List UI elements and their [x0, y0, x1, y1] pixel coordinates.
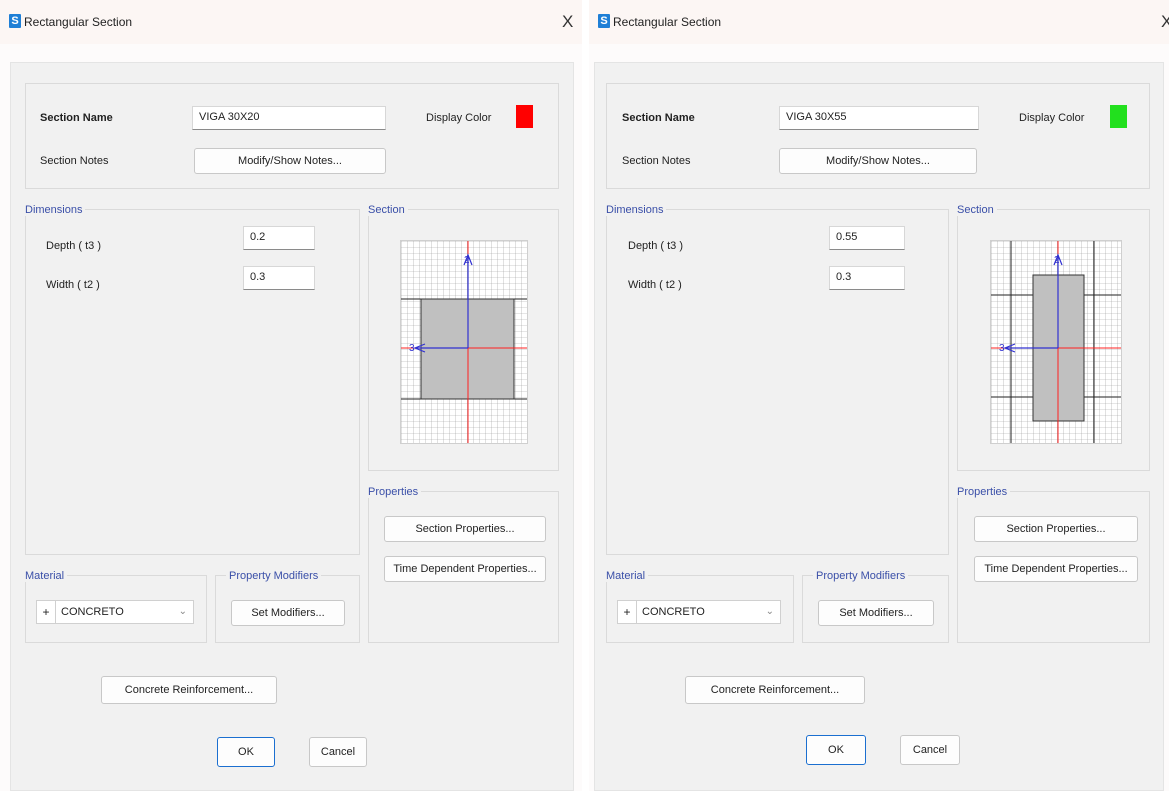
modify-show-notes-button[interactable]: Modify/Show Notes... — [779, 148, 977, 174]
display-color-swatch[interactable] — [516, 105, 533, 128]
title-bar: S Rectangular Section X — [0, 0, 582, 44]
property-modifiers-group: Property Modifiers Set Modifiers... — [215, 570, 360, 643]
properties-title: Properties — [368, 486, 422, 498]
section-name-input[interactable]: VIGA 30X20 — [192, 106, 386, 130]
property-modifiers-title: Property Modifiers — [813, 570, 909, 582]
concrete-reinforcement-button[interactable]: Concrete Reinforcement... — [101, 676, 277, 704]
section-group: Section 2 3 — [957, 204, 1150, 471]
material-group: Material + CONCRETO ⌄ — [25, 570, 207, 643]
rectangular-section-dialog-right: S Rectangular Section X Section Name VIG… — [589, 0, 1169, 791]
section-name-label: Section Name — [622, 112, 695, 124]
section-properties-button[interactable]: Section Properties... — [384, 516, 546, 542]
section-header-group: Section Name VIGA 30X55 Display Color Se… — [606, 83, 1150, 189]
section-properties-button[interactable]: Section Properties... — [974, 516, 1138, 542]
section-title: Section — [368, 204, 408, 216]
dimensions-title: Dimensions — [606, 204, 667, 216]
width-input[interactable]: 0.3 — [243, 266, 315, 290]
time-dependent-properties-button[interactable]: Time Dependent Properties... — [974, 556, 1138, 582]
section-name-label: Section Name — [40, 112, 113, 124]
add-material-button[interactable]: + — [37, 601, 56, 623]
width-input[interactable]: 0.3 — [829, 266, 905, 290]
section-notes-label: Section Notes — [622, 155, 691, 167]
title-bar: S Rectangular Section X — [589, 0, 1169, 44]
section-group: Section 2 3 — [368, 204, 559, 471]
ok-button[interactable]: OK — [217, 737, 275, 767]
axis-2-label: 2 — [464, 255, 470, 266]
section-notes-label: Section Notes — [40, 155, 109, 167]
material-select[interactable]: + CONCRETO ⌄ — [36, 600, 194, 624]
width-label: Width ( t2 ) — [628, 279, 682, 291]
time-dependent-properties-button[interactable]: Time Dependent Properties... — [384, 556, 546, 582]
add-material-button[interactable]: + — [618, 601, 637, 623]
width-label: Width ( t2 ) — [46, 279, 100, 291]
depth-input[interactable]: 0.2 — [243, 226, 315, 250]
modify-show-notes-button[interactable]: Modify/Show Notes... — [194, 148, 386, 174]
set-modifiers-button[interactable]: Set Modifiers... — [231, 600, 345, 626]
set-modifiers-button[interactable]: Set Modifiers... — [818, 600, 934, 626]
chevron-down-icon[interactable]: ⌄ — [179, 606, 187, 617]
rectangular-section-dialog-left: S Rectangular Section X Section Name VIG… — [0, 0, 582, 791]
cancel-button[interactable]: Cancel — [900, 735, 960, 765]
depth-input[interactable]: 0.55 — [829, 226, 905, 250]
material-group: Material + CONCRETO ⌄ — [606, 570, 794, 643]
section-drawing: 2 3 — [401, 241, 527, 443]
sap-app-icon: S — [9, 14, 21, 28]
display-color-swatch[interactable] — [1110, 105, 1127, 128]
section-header-group: Section Name VIGA 30X20 Display Color Se… — [25, 83, 559, 189]
sap-app-icon: S — [598, 14, 610, 28]
dimensions-group: Dimensions Depth ( t3 ) 0.2 Width ( t2 )… — [25, 204, 360, 555]
axis-2-label: 2 — [1054, 255, 1060, 266]
ok-button[interactable]: OK — [806, 735, 866, 765]
display-color-label: Display Color — [426, 112, 492, 124]
dimensions-title: Dimensions — [25, 204, 86, 216]
dialog-body: Section Name VIGA 30X20 Display Color Se… — [10, 62, 574, 791]
concrete-reinforcement-button[interactable]: Concrete Reinforcement... — [685, 676, 865, 704]
material-value: CONCRETO — [642, 606, 705, 618]
dialog-body: Section Name VIGA 30X55 Display Color Se… — [594, 62, 1164, 791]
property-modifiers-title: Property Modifiers — [226, 570, 322, 582]
material-value: CONCRETO — [61, 606, 124, 618]
depth-label: Depth ( t3 ) — [628, 240, 684, 252]
section-preview: 2 3 — [990, 240, 1122, 444]
cancel-button[interactable]: Cancel — [309, 737, 367, 767]
section-name-input[interactable]: VIGA 30X55 — [779, 106, 979, 130]
section-title: Section — [957, 204, 997, 216]
dimensions-group: Dimensions Depth ( t3 ) 0.55 Width ( t2 … — [606, 204, 949, 555]
material-title: Material — [25, 570, 68, 582]
properties-group: Properties Section Properties... Time De… — [957, 486, 1150, 643]
property-modifiers-group: Property Modifiers Set Modifiers... — [802, 570, 949, 643]
close-icon[interactable]: X — [1161, 12, 1169, 32]
chevron-down-icon[interactable]: ⌄ — [766, 606, 774, 617]
section-preview: 2 3 — [400, 240, 528, 444]
close-icon[interactable]: X — [562, 12, 573, 32]
depth-label: Depth ( t3 ) — [46, 240, 102, 252]
properties-group: Properties Section Properties... Time De… — [368, 486, 559, 643]
material-select[interactable]: + CONCRETO ⌄ — [617, 600, 781, 624]
properties-title: Properties — [957, 486, 1011, 498]
window-title: Rectangular Section — [24, 15, 133, 29]
window-title: Rectangular Section — [613, 15, 722, 29]
section-drawing: 2 3 — [991, 241, 1121, 443]
axis-3-label: 3 — [999, 343, 1005, 354]
axis-3-label: 3 — [409, 343, 415, 354]
display-color-label: Display Color — [1019, 112, 1085, 124]
material-title: Material — [606, 570, 649, 582]
